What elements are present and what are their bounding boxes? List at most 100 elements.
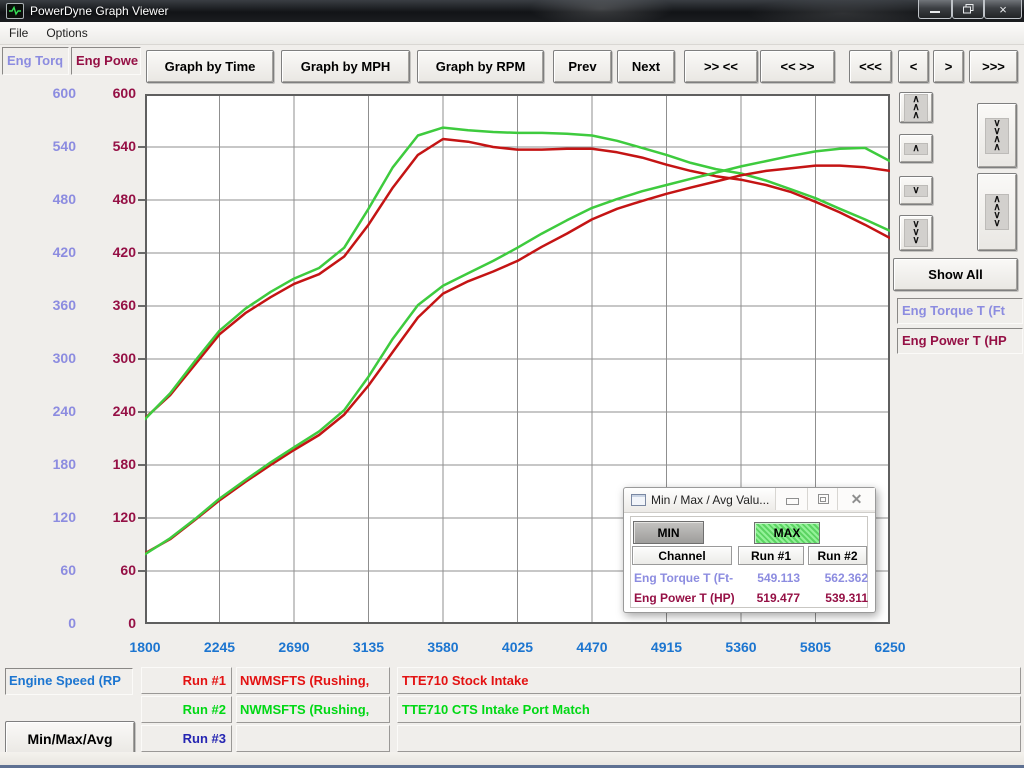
- toolbar-button-[interactable]: >> <<: [684, 50, 758, 83]
- app-icon: [6, 3, 24, 19]
- rpm-tick-label: 6250: [853, 639, 927, 655]
- power-tick-label: 540: [80, 138, 136, 156]
- max-toggle-button[interactable]: MAX: [754, 522, 820, 544]
- chevron-glyph: ∧: [912, 145, 919, 153]
- run-1-file-box[interactable]: NWMSFTS (Rushing,: [236, 667, 390, 694]
- torque-channel-box[interactable]: Eng Torque T (Ft: [897, 298, 1023, 324]
- torque-tick-label: 300: [20, 350, 76, 368]
- restore-button[interactable]: [952, 0, 984, 19]
- rpm-tick-label: 4470: [555, 639, 629, 655]
- power-channel-box[interactable]: Eng Power T (HP: [897, 328, 1023, 354]
- run-3-description-box[interactable]: [397, 725, 1021, 752]
- rpm-tick-label: 4915: [630, 639, 704, 655]
- minmax-row-run1-value: 549.113: [738, 571, 800, 587]
- y-tick-mark: [138, 570, 145, 572]
- run-3-file-box[interactable]: [236, 725, 390, 752]
- rpm-tick-label: 2245: [183, 639, 257, 655]
- chevron-glyph: ∨: [912, 187, 919, 195]
- toolbar-button-[interactable]: >: [933, 50, 964, 83]
- zoom-out-y-button[interactable]: ∧∧∨∨: [977, 173, 1017, 251]
- chevron-glyph: ∨: [993, 220, 1000, 228]
- torque-tick-label: 120: [20, 509, 76, 527]
- torque-tick-label: 420: [20, 244, 76, 262]
- minmax-column-header-run-2[interactable]: Run #2: [808, 546, 867, 565]
- scroll-up-button-icon: ∧: [904, 143, 927, 155]
- run-1-label: Run #1: [141, 667, 232, 694]
- toolbar-button-prev[interactable]: Prev: [553, 50, 612, 83]
- y-tick-mark: [138, 199, 145, 201]
- scroll-up-fast-button[interactable]: ∧∧∧: [899, 92, 933, 123]
- power-tick-label: 600: [80, 85, 136, 103]
- minmax-window[interactable]: Min / Max / Avg Valu... ✕ MIN MAX Channe…: [623, 487, 876, 613]
- run-2-description-box[interactable]: TTE710 CTS Intake Port Match: [397, 696, 1021, 723]
- run-2-file-box[interactable]: NWMSFTS (Rushing,: [236, 696, 390, 723]
- toolbar-button-graph-by-time[interactable]: Graph by Time: [146, 50, 274, 83]
- close-icon: ×: [999, 2, 1007, 17]
- minmax-window-icon: [631, 494, 646, 506]
- power-tick-label: 420: [80, 244, 136, 262]
- minimize-icon: [930, 11, 940, 13]
- zoom-in-y-button[interactable]: ∨∨∧∧: [977, 103, 1017, 168]
- y-tick-mark: [138, 358, 145, 360]
- minmax-column-header-channel[interactable]: Channel: [632, 546, 732, 565]
- scroll-down-button-icon: ∨: [904, 185, 927, 197]
- y-tick-mark: [138, 252, 145, 254]
- minmax-column-header-run-1[interactable]: Run #1: [738, 546, 804, 565]
- toolbar-button-next[interactable]: Next: [617, 50, 675, 83]
- power-tick-label: 240: [80, 403, 136, 421]
- minmax-close-button[interactable]: ✕: [837, 488, 875, 510]
- minmax-maximize-button[interactable]: [807, 488, 838, 510]
- minmax-row-channel: Eng Power T (HP): [634, 591, 736, 607]
- menu-item-options[interactable]: Options: [37, 23, 96, 43]
- power-tick-label: 180: [80, 456, 136, 474]
- toolbar-button-[interactable]: << >>: [760, 50, 835, 83]
- x-channel-box[interactable]: Engine Speed (RP: [5, 668, 133, 695]
- rpm-tick-label: 2690: [257, 639, 331, 655]
- minmax-row-run2-value: 539.311: [806, 591, 868, 607]
- toolbar-button-[interactable]: >>>: [969, 50, 1018, 83]
- scroll-down-button[interactable]: ∨: [899, 176, 933, 205]
- toolbar-button-[interactable]: <: [898, 50, 929, 83]
- minimize-button[interactable]: [918, 0, 952, 19]
- window-bottom-border: [0, 752, 1024, 768]
- power-tick-label: 0: [80, 615, 136, 633]
- y-tick-mark: [138, 464, 145, 466]
- chevron-glyph: ∧: [993, 144, 1000, 152]
- menu-bar: FileOptions: [0, 22, 1024, 45]
- toolbar-button-graph-by-mph[interactable]: Graph by MPH: [281, 50, 410, 83]
- minmax-row-run1-value: 519.477: [738, 591, 800, 607]
- torque-tick-label: 480: [20, 191, 76, 209]
- torque-axis-header[interactable]: Eng Torq: [2, 47, 69, 75]
- minmax-minimize-button[interactable]: [775, 488, 808, 510]
- rpm-tick-label: 4025: [481, 639, 555, 655]
- scroll-up-fast-button-icon: ∧∧∧: [904, 94, 927, 122]
- power-tick-label: 480: [80, 191, 136, 209]
- power-axis-header[interactable]: Eng Powe: [71, 47, 141, 75]
- torque-tick-label: 360: [20, 297, 76, 315]
- y-tick-mark: [138, 305, 145, 307]
- toolbar-button-[interactable]: <<<: [849, 50, 892, 83]
- rpm-tick-label: 3580: [406, 639, 480, 655]
- menu-item-file[interactable]: File: [0, 23, 37, 43]
- minimize-icon: [786, 498, 799, 505]
- toolbar-button-graph-by-rpm[interactable]: Graph by RPM: [417, 50, 544, 83]
- show-all-button[interactable]: Show All: [893, 258, 1018, 291]
- close-button[interactable]: ×: [984, 0, 1022, 19]
- minmax-window-title: Min / Max / Avg Valu...: [651, 493, 791, 507]
- scroll-up-button[interactable]: ∧: [899, 134, 933, 163]
- rpm-tick-label: 3135: [332, 639, 406, 655]
- zoom-out-y-button-icon: ∧∧∨∨: [985, 194, 1008, 230]
- run-2-label: Run #2: [141, 696, 232, 723]
- chevron-glyph: ∧: [912, 112, 919, 120]
- torque-tick-label: 180: [20, 456, 76, 474]
- torque-tick-label: 540: [20, 138, 76, 156]
- run-1-description-box[interactable]: TTE710 Stock Intake: [397, 667, 1021, 694]
- close-icon: ✕: [851, 491, 863, 508]
- zoom-in-y-button-icon: ∨∨∧∧: [985, 118, 1008, 154]
- rpm-tick-label: 5805: [779, 639, 853, 655]
- power-tick-label: 120: [80, 509, 136, 527]
- torque-tick-label: 600: [20, 85, 76, 103]
- rpm-tick-label: 1800: [108, 639, 182, 655]
- scroll-down-fast-button[interactable]: ∨∨∨: [899, 215, 933, 251]
- min-toggle-button[interactable]: MIN: [633, 521, 704, 544]
